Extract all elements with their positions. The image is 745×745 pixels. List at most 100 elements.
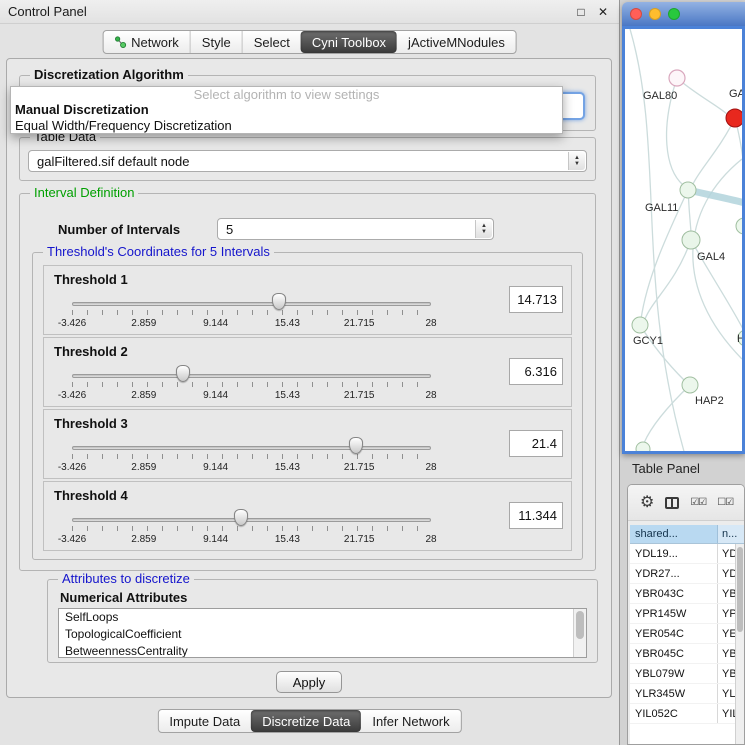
minimize-traffic-light-icon[interactable] <box>649 8 661 20</box>
network-node-red[interactable] <box>726 109 742 127</box>
table-row[interactable]: YIL052C YIL0... <box>630 704 744 724</box>
network-node[interactable] <box>682 231 700 249</box>
slider-tick-labels: -3.426 2.859 9.144 15.43 21.715 28 <box>72 462 431 474</box>
tab-impute-data[interactable]: Impute Data <box>158 710 251 732</box>
popup-item-manual-discretization[interactable]: Manual Discretization <box>11 102 562 118</box>
interval-definition-group: Interval Definition Number of Intervals … <box>19 193 596 571</box>
select-all-checkbox-icon[interactable]: ☑☑ <box>690 497 706 508</box>
close-window-icon[interactable]: ✕ <box>595 4 611 20</box>
node-label: HAP2 <box>695 395 724 407</box>
float-window-icon[interactable]: □ <box>573 4 589 20</box>
interval-definition-group-title: Interval Definition <box>30 185 138 200</box>
threshold-1-box: Threshold 1 -3.426 2.859 9.144 15.43 21.… <box>43 265 572 335</box>
scrollbar-thumb[interactable] <box>737 547 743 632</box>
slider-thumb[interactable] <box>176 365 190 382</box>
table-panel-window: ⚙ ☑☑ ☐☑ shared... n... YDL19... YDL1... … <box>627 484 745 745</box>
slider-track[interactable] <box>72 302 431 306</box>
tab-style[interactable]: Style <box>190 31 242 53</box>
table-panel-title: Table Panel <box>632 461 700 476</box>
tab-discretize-data[interactable]: Discretize Data <box>251 710 361 732</box>
tab-jactivemnodules[interactable]: jActiveMNodules <box>397 31 516 53</box>
table-row[interactable]: YBL079W YBL0... <box>630 664 744 684</box>
network-node[interactable] <box>736 218 742 234</box>
control-panel-title: Control Panel <box>8 4 567 19</box>
gear-icon[interactable]: ⚙ <box>640 495 654 511</box>
slider-thumb[interactable] <box>234 509 248 526</box>
threshold-4-box: Threshold 4 -3.426 2.859 9.144 15.43 21.… <box>43 481 572 551</box>
threshold-3-slider[interactable]: -3.426 2.859 9.144 15.43 21.715 28 <box>72 436 431 476</box>
apply-button[interactable]: Apply <box>276 671 342 693</box>
threshold-2-value-input[interactable] <box>509 358 563 385</box>
table-scrollbar[interactable] <box>735 544 744 744</box>
numerical-attributes-label: Numerical Attributes <box>60 590 187 605</box>
column-header-n[interactable]: n... <box>718 525 744 543</box>
table-row[interactable]: YBR045C YBR0... <box>630 644 744 664</box>
threshold-2-slider[interactable]: -3.426 2.859 9.144 15.43 21.715 28 <box>72 364 431 404</box>
threshold-1-slider[interactable]: -3.426 2.859 9.144 15.43 21.715 28 <box>72 292 431 332</box>
number-of-intervals-label: Number of Intervals <box>58 222 180 237</box>
select-partial-checkbox-icon[interactable]: ☐☑ <box>717 497 733 508</box>
attributes-group-title: Attributes to discretize <box>58 571 194 586</box>
slider-thumb[interactable] <box>349 437 363 454</box>
table-row[interactable]: YDR27... YDR2... <box>630 564 744 584</box>
tab-jactivemnodules-label: jActiveMNodules <box>408 35 505 50</box>
slider-track[interactable] <box>72 446 431 450</box>
list-item[interactable]: SelfLoops <box>59 609 586 626</box>
slider-tick-labels: -3.426 2.859 9.144 15.43 21.715 28 <box>72 390 431 402</box>
network-nodes[interactable] <box>632 70 742 454</box>
popup-item-equal-width-frequency[interactable]: Equal Width/Frequency Discretization <box>11 118 562 134</box>
combobox-stepper-icon[interactable]: ▲ ▼ <box>475 220 492 238</box>
threshold-4-value-input[interactable] <box>509 502 563 529</box>
algorithm-dropdown-popup: Select algorithm to view settings Manual… <box>10 86 563 134</box>
stepper-down-icon: ▼ <box>574 161 580 167</box>
node-label: GAL11 <box>645 202 678 214</box>
table-row[interactable]: YER054C YER0... <box>630 624 744 644</box>
table-data-combobox[interactable]: galFiltered.sif default node ▲ ▼ <box>28 150 587 172</box>
close-traffic-light-icon[interactable] <box>630 8 642 20</box>
table-row[interactable]: YPR145W YPR1... <box>630 604 744 624</box>
combobox-stepper-icon[interactable]: ▲ ▼ <box>568 152 585 170</box>
network-node[interactable] <box>682 377 698 393</box>
threshold-3-value-input[interactable] <box>509 430 563 457</box>
table-row[interactable]: YBR043C YBR0... <box>630 584 744 604</box>
network-node[interactable] <box>636 442 650 454</box>
column-header-shared[interactable]: shared... <box>630 525 718 543</box>
network-canvas[interactable]: GAL80 GAL11 GAL4 GCY1 HAP2 GA H <box>622 26 745 454</box>
table-row[interactable]: YDL19... YDL1... <box>630 544 744 564</box>
slider-track[interactable] <box>72 374 431 378</box>
list-item[interactable]: BetweennessCentrality <box>59 643 586 658</box>
cyni-bottom-tabs: Impute Data Discretize Data Infer Networ… <box>157 709 461 733</box>
zoom-traffic-light-icon[interactable] <box>668 8 680 20</box>
node-attribute-table: shared... n... YDL19... YDL1... YDR27...… <box>630 525 744 744</box>
network-node[interactable] <box>680 182 696 198</box>
slider-track[interactable] <box>72 518 431 522</box>
slider-tick-labels: -3.426 2.859 9.144 15.43 21.715 28 <box>72 534 431 546</box>
threshold-3-label: Threshold 3 <box>54 416 128 431</box>
tab-impute-data-label: Impute Data <box>169 714 240 729</box>
tab-infer-network[interactable]: Infer Network <box>361 710 460 732</box>
numerical-attributes-list[interactable]: SelfLoops TopologicalCoefficient Between… <box>58 608 587 658</box>
tab-select-label: Select <box>254 35 290 50</box>
network-node[interactable] <box>632 317 648 333</box>
columns-icon[interactable] <box>665 497 679 509</box>
threshold-2-label: Threshold 2 <box>54 344 128 359</box>
network-graph[interactable]: GAL80 GAL11 GAL4 GCY1 HAP2 GA H <box>625 29 742 454</box>
table-row[interactable]: YLR345W YLR3... <box>630 684 744 704</box>
tab-cyni-toolbox[interactable]: Cyni Toolbox <box>301 31 397 53</box>
network-node[interactable] <box>669 70 685 86</box>
threshold-1-value-input[interactable] <box>509 286 563 313</box>
tab-network[interactable]: Network <box>103 31 190 53</box>
list-scrollbar[interactable] <box>573 609 586 657</box>
threshold-3-box: Threshold 3 -3.426 2.859 9.144 15.43 21.… <box>43 409 572 479</box>
slider-ticks <box>72 526 431 531</box>
tab-cyni-toolbox-label: Cyni Toolbox <box>312 35 386 50</box>
number-of-intervals-combobox[interactable]: 5 ▲ ▼ <box>217 218 494 240</box>
cyni-toolbox-panel: Discretization Algorithm Table Data galF… <box>6 58 612 698</box>
scrollbar-thumb[interactable] <box>576 611 584 639</box>
tab-select[interactable]: Select <box>242 31 301 53</box>
slider-thumb[interactable] <box>272 293 286 310</box>
list-item[interactable]: TopologicalCoefficient <box>59 626 586 643</box>
threshold-4-slider[interactable]: -3.426 2.859 9.144 15.43 21.715 28 <box>72 508 431 548</box>
network-window-titlebar[interactable] <box>622 2 745 26</box>
threshold-4-label: Threshold 4 <box>54 488 128 503</box>
